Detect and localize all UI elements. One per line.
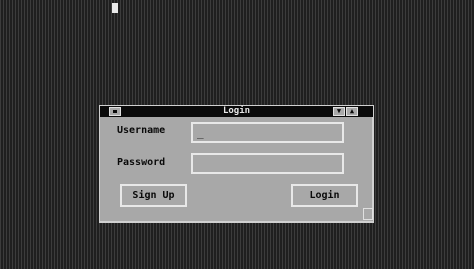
maximize-icon[interactable]: ▲ bbox=[346, 107, 358, 116]
sign-up-button[interactable]: Sign Up bbox=[120, 184, 187, 207]
minimize-icon[interactable]: ▼ bbox=[333, 107, 345, 116]
username-field[interactable] bbox=[191, 122, 344, 143]
login-dialog: Login ▼ ▲ Username Password Sign Up Logi… bbox=[100, 106, 373, 222]
window-frame-right-edge bbox=[372, 117, 374, 210]
resize-grip-icon[interactable] bbox=[363, 208, 373, 220]
title-bar[interactable]: Login ▼ ▲ bbox=[100, 106, 373, 117]
username-label: Username bbox=[117, 125, 166, 136]
password-field[interactable] bbox=[191, 153, 344, 174]
login-button[interactable]: Login bbox=[291, 184, 358, 207]
window-frame-bottom-edge bbox=[100, 221, 373, 223]
text-cursor-block bbox=[112, 3, 118, 13]
password-label: Password bbox=[117, 157, 166, 168]
